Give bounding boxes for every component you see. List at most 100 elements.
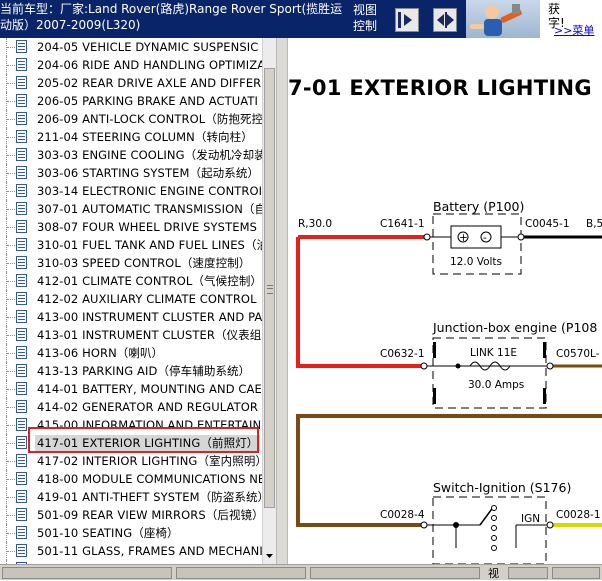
scrollbar-thumb[interactable] — [264, 68, 275, 508]
selection-highlight-box — [28, 427, 259, 453]
document-icon — [16, 544, 27, 557]
connector-label-c0570: C0570L- — [556, 348, 600, 360]
tree-item-label: 206-05 PARKING BRAKE AND ACTUATI — [37, 94, 258, 108]
tree-branch-line — [7, 83, 15, 84]
connector-label-c0632: C0632-1 — [380, 348, 425, 360]
tree-item[interactable]: 501-09 REAR VIEW MIRRORS（后视镜） — [0, 506, 264, 524]
tree-item[interactable]: 414-02 GENERATOR AND REGULATOR（ — [0, 398, 269, 416]
svg-text:-: - — [483, 232, 487, 244]
tree-item-label: 307-01 AUTOMATIC TRANSMISSION（自 — [37, 202, 267, 216]
document-icon — [16, 40, 27, 53]
tree-item[interactable]: 206-09 ANTI-LOCK CONTROL（防抱死控 — [0, 110, 264, 128]
tree-item[interactable]: 308-07 FOUR WHEEL DRIVE SYSTEMS（ — [0, 218, 268, 236]
tree-item[interactable]: 417-02 INTERIOR LIGHTING（室内照明） — [0, 452, 267, 470]
tree-branch-line — [7, 155, 15, 156]
tree-item[interactable]: 310-01 FUEL TANK AND FUEL LINES（油 — [0, 236, 268, 254]
tree-item[interactable]: 501-10 SEATING（座椅） — [0, 524, 262, 542]
status-pane-1 — [2, 567, 172, 579]
wire-label-b5: B,5 — [586, 218, 602, 230]
tree-item[interactable]: 412-01 CLIMATE CONTROL（气候控制） — [0, 272, 262, 290]
connector-label-c1641: C1641-1 — [380, 218, 425, 230]
document-icon — [16, 58, 27, 71]
tree-item-label: 413-01 INSTRUMENT CLUSTER（仪表组 — [37, 328, 262, 342]
tree-item[interactable]: 413-00 INSTRUMENT CLUSTER AND PA — [0, 308, 262, 326]
panel-splitter[interactable] — [276, 38, 288, 564]
tree-item[interactable]: 418-00 MODULE COMMUNICATIONS NE — [0, 470, 266, 488]
connector-label-c0028-1: C0028-1 — [556, 509, 601, 521]
tree-item[interactable]: 413-13 PARKING AID（停车辅助系统） — [0, 362, 262, 380]
document-icon — [16, 454, 27, 467]
tree-item[interactable]: 413-06 HORN（喇叭） — [0, 344, 262, 362]
tree-item-label: 413-13 PARKING AID（停车辅助系统） — [37, 364, 251, 378]
document-icon — [16, 418, 27, 431]
svg-text:+: + — [459, 232, 468, 244]
wiring-diagram: 7-01 EXTERIOR LIGHTING + - R,30.0 B,5 C1… — [288, 38, 602, 564]
tree-item-label: 206-09 ANTI-LOCK CONTROL（防抱死控 — [37, 112, 264, 126]
document-icon — [16, 382, 27, 395]
tree-item-label: 303-14 ELECTRONIC ENGINE CONTROI — [37, 184, 263, 198]
tree-item[interactable]: 419-01 ANTI-THEFT SYSTEM（防盗系统） — [0, 488, 269, 506]
tree-item[interactable]: 310-03 SPEED CONTROL（速度控制） — [0, 254, 262, 272]
tree-branch-line — [7, 173, 15, 174]
tree-item-label: 303-03 ENGINE COOLING（发动机冷却装 — [37, 148, 266, 162]
tree-branch-line — [7, 281, 15, 282]
document-icon — [16, 76, 27, 89]
document-icon — [16, 202, 27, 215]
scroll-down-icon[interactable] — [264, 550, 275, 562]
document-icon — [16, 292, 27, 305]
tree-item[interactable]: 211-04 STEERING COLUMN（转向柱） — [0, 128, 262, 146]
red-wire — [296, 237, 424, 368]
tree-item[interactable]: 204-06 RIDE AND HANDLING OPTIMIZA — [0, 56, 265, 74]
tree-branch-line — [7, 101, 15, 102]
tree-branch-line — [7, 353, 15, 354]
view-label-line1: 视图 — [353, 3, 378, 17]
battery-volts-label: 12.0 Volts — [450, 256, 502, 268]
collapse-left-icon — [398, 12, 412, 28]
tree-item-label: 310-01 FUEL TANK AND FUEL LINES（油 — [37, 238, 269, 252]
document-icon — [16, 472, 27, 485]
document-icon — [16, 436, 27, 449]
document-icon — [16, 148, 27, 161]
document-icon — [16, 508, 27, 521]
tree-item[interactable]: 303-03 ENGINE COOLING（发动机冷却装 — [0, 146, 266, 164]
tree-item[interactable]: 413-01 INSTRUMENT CLUSTER（仪表组 — [0, 326, 262, 344]
tree-branch-line — [7, 299, 15, 300]
tree-branch-line — [7, 425, 15, 426]
collapse-left-button[interactable] — [395, 8, 419, 32]
battery-label: Battery (P100) — [433, 199, 524, 214]
document-icon — [16, 130, 27, 143]
tree-item[interactable]: 303-06 STARTING SYSTEM（起动系统） — [0, 164, 262, 182]
connector-label-c0028-4: C0028-4 — [380, 509, 425, 521]
tree-item[interactable]: 501-11 GLASS, FRAMES AND MECHANI — [0, 542, 263, 560]
tree-item[interactable]: 303-14 ELECTRONIC ENGINE CONTROI — [0, 182, 262, 200]
document-icon — [16, 490, 27, 503]
tree-branch-line — [7, 227, 15, 228]
tree-item[interactable]: 307-01 AUTOMATIC TRANSMISSION（自 — [0, 200, 266, 218]
tree-branch-line — [7, 209, 15, 210]
status-pane-4 — [508, 567, 548, 579]
tree-item[interactable]: 205-02 REAR DRIVE AXLE AND DIFFER — [0, 74, 262, 92]
tree-item-label: 412-02 AUXILIARY CLIMATE CONTROL — [37, 292, 257, 306]
menu-link[interactable]: >>菜单 — [554, 22, 594, 38]
tree-item[interactable]: 412-02 AUXILIARY CLIMATE CONTROL — [0, 290, 262, 308]
tree-branch-line — [7, 389, 15, 390]
ignition-switch-component — [420, 496, 554, 564]
ad-panel: 获 字! >>菜单 — [540, 0, 602, 38]
document-icon — [16, 112, 27, 125]
tree-branch-line — [7, 65, 15, 66]
document-icon — [16, 346, 27, 359]
tree-branch-line — [7, 47, 15, 48]
tree-item[interactable]: 206-05 PARKING BRAKE AND ACTUATI — [0, 92, 262, 110]
tree-item-label: 501-10 SEATING（座椅） — [37, 526, 179, 540]
tree-item-label: 419-01 ANTI-THEFT SYSTEM（防盗系统） — [37, 490, 270, 504]
tree-item-label: 414-01 BATTERY, MOUNTING AND CAE — [37, 382, 262, 396]
status-pane-2 — [176, 567, 306, 579]
tree-item[interactable]: 414-01 BATTERY, MOUNTING AND CAE — [0, 380, 262, 398]
tree-item[interactable]: 204-05 VEHICLE DYNAMIC SUSPENSIC — [0, 38, 262, 56]
expand-right-button[interactable] — [433, 8, 457, 32]
junction-box-label: Junction-box engine (P108 — [432, 320, 597, 335]
tree-item-label: 418-00 MODULE COMMUNICATIONS NE — [37, 472, 266, 486]
document-icon — [16, 526, 27, 539]
ignition-switch-label: Switch-Ignition (S176) — [433, 480, 571, 495]
tree-scrollbar[interactable] — [262, 38, 276, 564]
